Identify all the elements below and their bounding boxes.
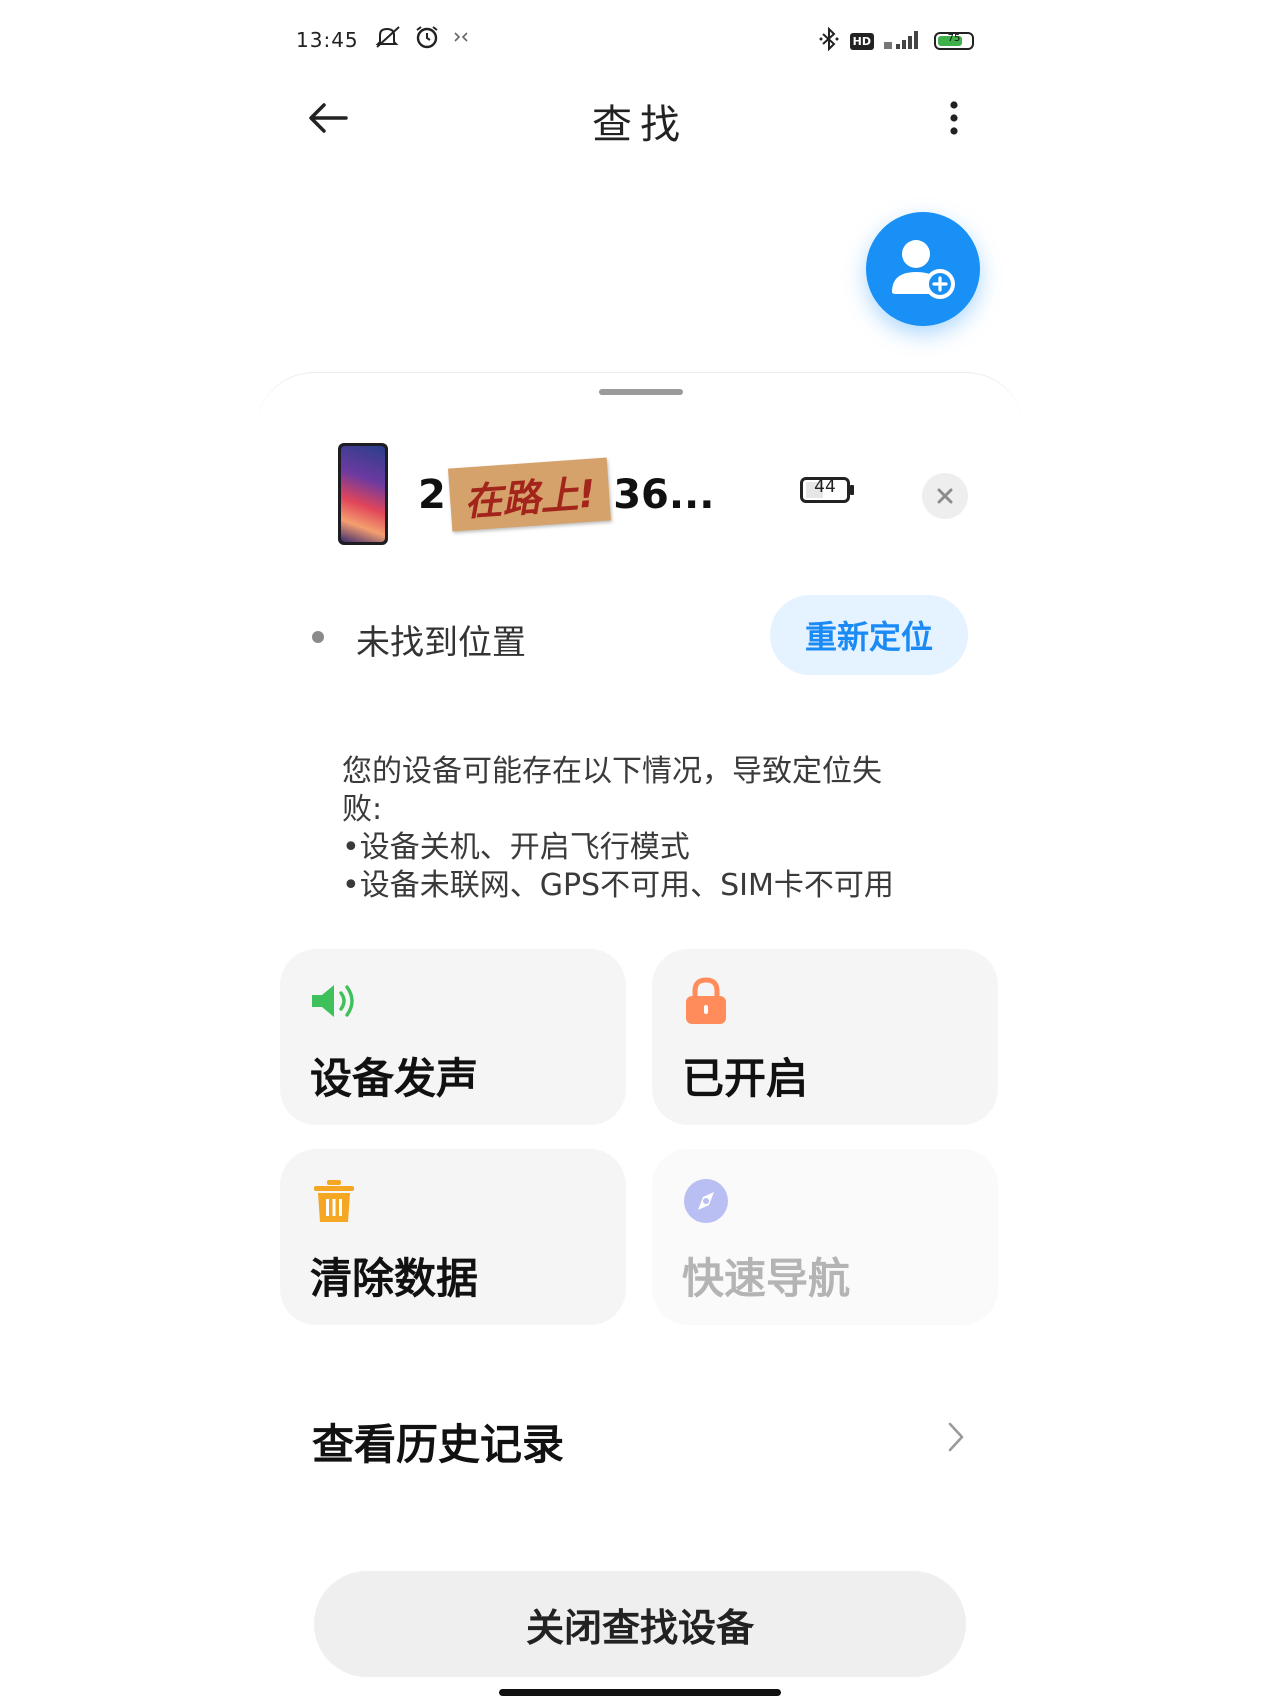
status-icons-right: HD 75 [818, 26, 974, 56]
device-thumbnail-screen [341, 446, 385, 542]
chevron-right-icon [944, 1419, 968, 1455]
tile-label: 设备发声 [310, 1054, 479, 1103]
disable-find-device-button[interactable]: 关闭查找设备 [314, 1571, 966, 1677]
erase-data-tile[interactable]: 清除数据 [280, 1149, 626, 1325]
close-icon [937, 488, 953, 504]
tile-label: 清除数据 [310, 1254, 479, 1303]
lock-tile[interactable]: 已开启 [652, 949, 998, 1125]
info-line: 败: [342, 792, 383, 827]
status-icons-left [374, 24, 470, 54]
add-person-button[interactable] [866, 212, 980, 326]
compass-icon [682, 1177, 730, 1225]
info-line: •设备未联网、GPS不可用、SIM卡不可用 [342, 868, 894, 903]
speaker-icon [310, 977, 358, 1025]
device-name-prefix: 2 [418, 471, 446, 518]
location-status-row: 未找到位置 重新定位 [312, 595, 968, 677]
sticker-overlay: 在路上! [447, 457, 612, 532]
lock-icon [682, 977, 730, 1025]
location-status-text: 未找到位置 [356, 623, 526, 663]
home-indicator[interactable] [499, 1689, 781, 1696]
view-history-row[interactable]: 查看历史记录 [312, 1385, 968, 1485]
device-name-suffix: 36... [613, 471, 715, 518]
quick-navigation-tile[interactable]: 快速导航 [652, 1149, 998, 1325]
device-sheet: 2 在路上! 36... 44 未找到位置 重新定位 您的设备可能存在以下情况，… [256, 372, 1024, 1706]
device-name: 2 在路上! 36... [418, 457, 715, 532]
info-line: •设备关机、开启飞行模式 [342, 830, 690, 865]
device-battery-icon: 44 [800, 477, 850, 503]
device-battery-text: 44 [814, 477, 836, 497]
phone-screen: 13:45 HD 75 查找 2 在路上! 36... 44 未找到位置 重新定… [256, 0, 1024, 1706]
failure-info: 您的设备可能存在以下情况，导致定位失 败: •设备关机、开启飞行模式 •设备未联… [342, 753, 962, 905]
tile-label: 快速导航 [682, 1254, 851, 1303]
tile-label: 已开启 [682, 1054, 809, 1103]
notification-icon [452, 28, 470, 50]
add-person-icon [892, 240, 955, 299]
mute-icon [374, 25, 402, 53]
close-button[interactable] [922, 473, 968, 519]
page-title: 查找 [592, 102, 688, 148]
relocate-button[interactable]: 重新定位 [770, 595, 968, 675]
signal-icon [884, 28, 924, 54]
device-thumbnail [338, 443, 388, 545]
drag-handle[interactable] [599, 389, 683, 395]
device-battery-nub [850, 485, 854, 495]
status-bar: 13:45 HD 75 [256, 0, 1024, 82]
more-vertical-icon [950, 101, 958, 135]
app-header: 查找 [256, 82, 1024, 152]
alarm-icon [414, 24, 440, 54]
info-line: 您的设备可能存在以下情况，导致定位失 [342, 754, 882, 789]
status-time: 13:45 [296, 28, 359, 52]
hd-icon: HD [849, 32, 874, 50]
status-dot [312, 631, 324, 643]
bluetooth-icon [818, 26, 840, 56]
battery-text: 75 [947, 33, 961, 44]
history-label: 查看历史记录 [312, 1420, 565, 1469]
more-button[interactable] [934, 96, 974, 140]
trash-icon [310, 1177, 358, 1225]
battery-icon: 75 [934, 32, 974, 50]
device-row: 2 在路上! 36... 44 [338, 443, 958, 547]
play-sound-tile[interactable]: 设备发声 [280, 949, 626, 1125]
